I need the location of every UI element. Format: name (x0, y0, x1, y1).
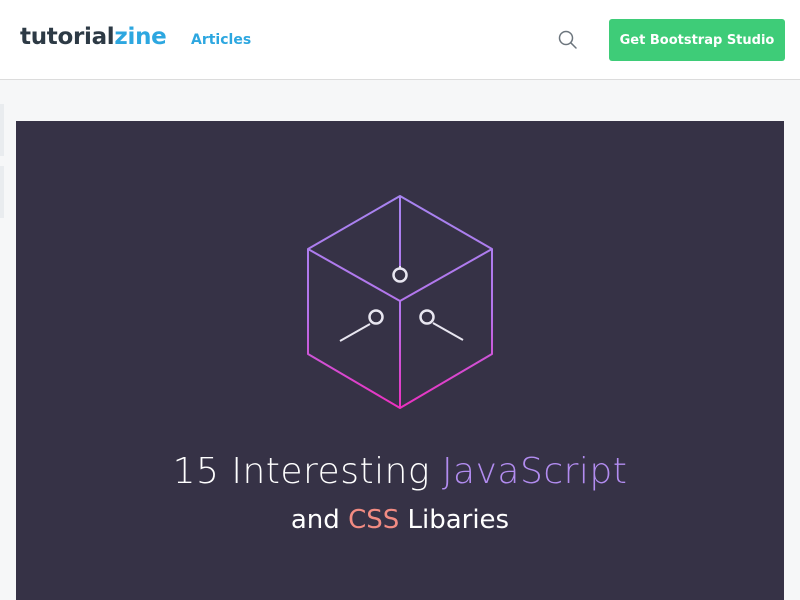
title-text: Libaries (399, 505, 510, 535)
side-tab[interactable] (0, 104, 4, 156)
hero-title-line1: 15 Interesting JavaScript (0, 452, 800, 492)
hero-title-line2: and CSS Libaries (0, 505, 800, 535)
title-text: 15 Interesting (172, 451, 442, 492)
title-highlight-css: CSS (348, 505, 400, 535)
title-text: and (290, 505, 349, 535)
search-icon[interactable] (557, 29, 579, 51)
title-highlight-javascript: JavaScript (441, 451, 628, 492)
site-header: tutorialzine Articles Get Bootstrap Stud… (0, 0, 800, 80)
site-logo[interactable]: tutorialzine (20, 22, 167, 52)
side-tab[interactable] (0, 166, 4, 218)
get-bootstrap-studio-button[interactable]: Get Bootstrap Studio (609, 19, 785, 61)
logo-text-part1: tutorial (20, 24, 115, 50)
logo-text-part2: zine (114, 24, 167, 50)
nav-link-articles[interactable]: Articles (191, 30, 251, 50)
